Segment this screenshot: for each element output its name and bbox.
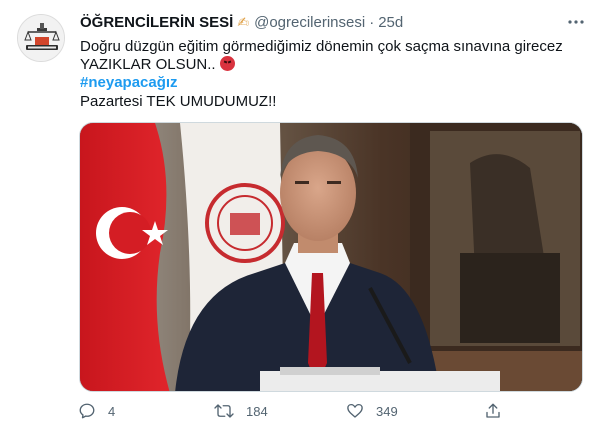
hashtag-link[interactable]: #neyapacağız (80, 73, 178, 93)
share-icon (486, 403, 500, 418)
reply-icon (79, 403, 95, 419)
tweet-time[interactable]: 25d (378, 14, 403, 31)
tweet-text-line: YAZIKLAR OLSUN.. (80, 55, 235, 75)
tweet-text: YAZIKLAR OLSUN.. (80, 56, 216, 73)
writing-hand-icon: ✍ (237, 13, 250, 30)
like-count: 349 (376, 403, 398, 419)
more-options-icon[interactable] (566, 12, 586, 32)
share-button[interactable] (484, 402, 502, 420)
avatar[interactable] (17, 14, 65, 62)
tweet-card[interactable]: ÖĞRENCİLERİN SESİ ✍ @ogrecilerinsesi · 2… (0, 0, 604, 434)
reply-button[interactable]: 4 (78, 402, 115, 420)
heart-icon (347, 403, 363, 418)
tweet-photo[interactable] (79, 122, 583, 392)
retweet-button[interactable]: 184 (214, 402, 268, 420)
retweet-count: 184 (246, 403, 268, 419)
display-name[interactable]: ÖĞRENCİLERİN SESİ (80, 14, 233, 31)
user-handle[interactable]: @ogrecilerinsesi (254, 14, 365, 31)
tweet-actions: 4 184 349 (78, 402, 598, 426)
separator-dot: · (369, 13, 375, 31)
tweet-text-line: Doğru düzgün eğitim görmediğimiz dönemin… (80, 38, 563, 55)
tweet-text-line: Pazartesi TEK UMUDUMUZ!! (80, 93, 277, 110)
school-logo-icon (18, 15, 64, 61)
retweet-icon (214, 404, 234, 418)
like-button[interactable]: 349 (346, 402, 398, 420)
reply-count: 4 (108, 403, 116, 419)
angry-face-icon (219, 56, 235, 71)
tweet-header: ÖĞRENCİLERİN SESİ ✍ @ogrecilerinsesi · 2… (80, 12, 403, 32)
